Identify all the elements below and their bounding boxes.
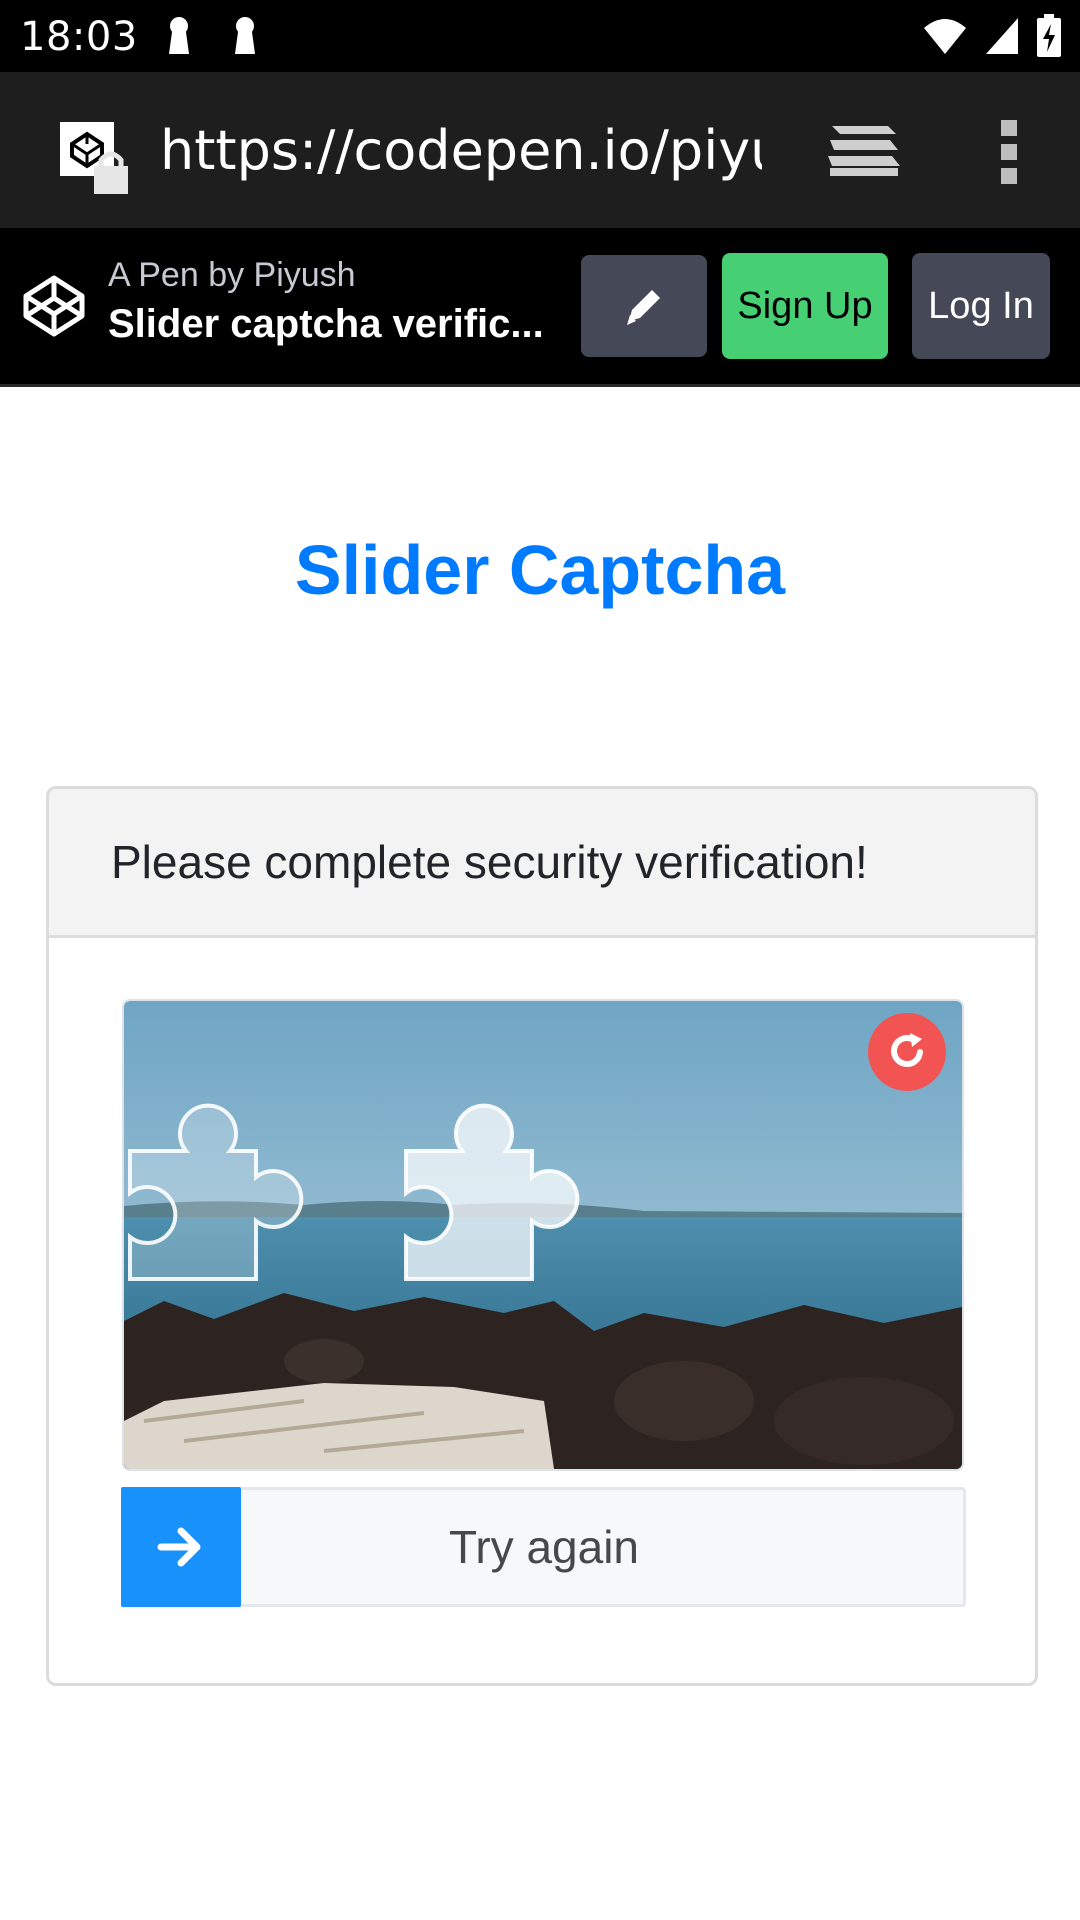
sign-up-button[interactable]: Sign Up (722, 253, 888, 359)
captcha-background-image (122, 999, 964, 1471)
captcha-card: Please complete security verification! T… (46, 786, 1038, 1686)
status-bar: 18:03 (0, 0, 1080, 72)
keyhole-notification-icon (169, 17, 189, 54)
pen-title: Slider captcha verific... (108, 302, 544, 346)
signal-icon (986, 18, 1018, 54)
edit-pen-button[interactable] (581, 255, 707, 357)
keyhole-notification-icon (235, 17, 255, 54)
pencil-icon (627, 290, 660, 325)
codepen-header: A Pen by Piyush Slider captcha verific..… (0, 228, 1080, 387)
tabs-icon[interactable] (826, 120, 902, 180)
captcha-card-header: Please complete security verification! (49, 789, 1035, 938)
refresh-button[interactable] (868, 1013, 946, 1091)
captcha-header-text: Please complete security verification! (111, 836, 868, 888)
browser-url-bar: https://codepen.io/piyush (0, 72, 1080, 228)
arrow-right-icon (157, 1527, 201, 1567)
page-title: Slider Captcha (294, 531, 786, 609)
system-icons (922, 14, 1062, 58)
slider-track[interactable]: Try again (122, 1487, 966, 1607)
overflow-menu-icon[interactable] (996, 116, 1022, 188)
slider-status-text: Try again (448, 1521, 640, 1573)
codepen-logo-icon[interactable] (20, 272, 88, 340)
wifi-icon (924, 19, 966, 54)
log-in-button[interactable]: Log In (912, 253, 1050, 359)
refresh-icon (891, 1033, 923, 1067)
battery-charging-icon (1037, 14, 1061, 57)
slider-handle[interactable] (121, 1487, 241, 1607)
url-text[interactable]: https://codepen.io/piyush (160, 118, 762, 184)
site-lock-icon[interactable] (58, 120, 138, 200)
pen-byline[interactable]: A Pen by Piyush (108, 256, 356, 295)
status-time: 18:03 (20, 14, 138, 60)
